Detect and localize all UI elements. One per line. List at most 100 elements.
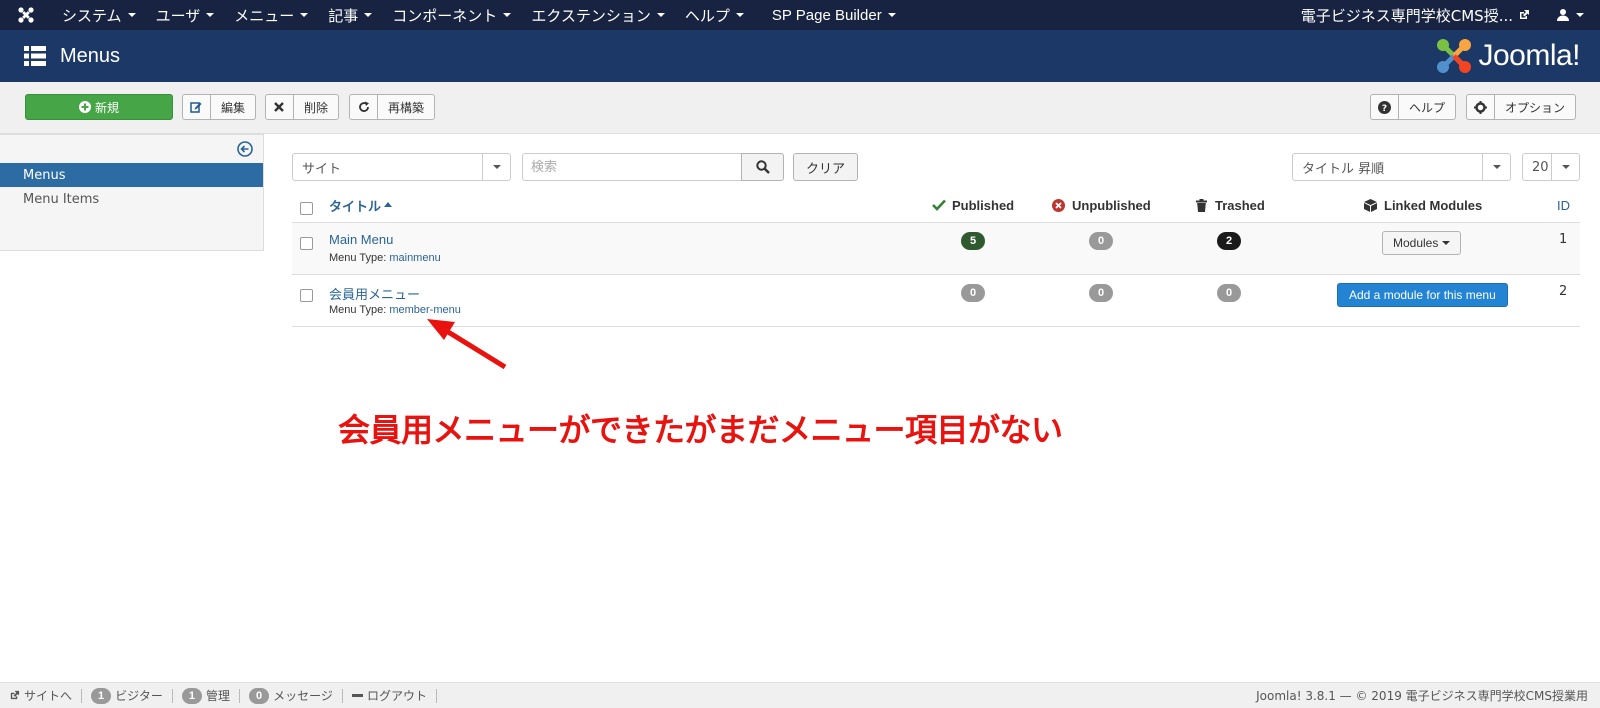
messages-status[interactable]: 0 メッセージ bbox=[240, 687, 343, 704]
trash-icon bbox=[1196, 198, 1207, 212]
row-id: 1 bbox=[1559, 232, 1568, 247]
cube-icon bbox=[1364, 198, 1377, 212]
caret-up-icon bbox=[384, 202, 393, 207]
question-icon: ? bbox=[1371, 95, 1399, 119]
caret-down-icon bbox=[656, 13, 665, 17]
logout-link[interactable]: ログアウト bbox=[343, 688, 437, 703]
row-checkbox[interactable] bbox=[300, 237, 313, 250]
page-title: Menus bbox=[60, 44, 121, 67]
select-all-checkbox[interactable] bbox=[300, 202, 313, 215]
search-input[interactable] bbox=[522, 153, 742, 181]
search-button[interactable] bbox=[741, 153, 784, 181]
caret-down-icon bbox=[364, 13, 373, 17]
linked-modules-column-header: Linked Modules bbox=[1364, 188, 1482, 222]
delete-button[interactable]: 削除 bbox=[265, 94, 339, 120]
sort-select[interactable]: タイトル 昇順 bbox=[1292, 153, 1511, 181]
gear-icon bbox=[1467, 95, 1495, 119]
unpublished-count-badge[interactable]: 0 bbox=[1089, 284, 1113, 302]
admins-status[interactable]: 1 管理 bbox=[173, 687, 241, 704]
published-column-header[interactable]: Published bbox=[932, 188, 1014, 222]
visitors-count-badge: 1 bbox=[91, 687, 112, 704]
collapse-sidebar-icon[interactable] bbox=[237, 141, 253, 161]
chevron-down-icon bbox=[482, 154, 510, 180]
caret-down-icon bbox=[735, 13, 744, 17]
published-count-badge[interactable]: 0 bbox=[961, 284, 985, 302]
joomla-brand-logo: Joomla! bbox=[1434, 36, 1580, 76]
row-checkbox[interactable] bbox=[300, 289, 313, 302]
title-column-header[interactable]: タイトル bbox=[329, 188, 393, 222]
close-icon bbox=[266, 95, 294, 119]
chevron-down-icon bbox=[1482, 154, 1510, 180]
minus-icon bbox=[351, 694, 363, 697]
menu-sp-page-builder[interactable]: SP Page Builder bbox=[762, 0, 906, 30]
check-icon bbox=[932, 199, 946, 211]
unpublished-count-badge[interactable]: 0 bbox=[1089, 232, 1113, 250]
id-column-header[interactable]: ID bbox=[1557, 188, 1570, 222]
plus-circle-icon bbox=[78, 101, 91, 113]
main-menu: システム ユーザ メニュー 記事 コンポーネント エクステンション ヘルプ SP… bbox=[52, 0, 906, 30]
caret-down-icon bbox=[1442, 241, 1451, 245]
external-link-icon bbox=[1520, 10, 1529, 19]
modules-dropdown-button[interactable]: Modules bbox=[1382, 231, 1462, 255]
table-row: Main Menu Menu Type: mainmenu 5 0 2 Modu… bbox=[292, 222, 1580, 274]
copyright-text: Joomla! 3.8.1 — © 2019 電子ビジネス専門学校CMS授業用 bbox=[1256, 689, 1588, 703]
menu-components[interactable]: コンポーネント bbox=[382, 0, 521, 30]
sidebar-item-menus[interactable]: Menus bbox=[0, 163, 263, 187]
page-header: Menus Joomla! bbox=[0, 30, 1600, 82]
visitors-status[interactable]: 1 ビジター bbox=[82, 687, 173, 704]
external-link-icon bbox=[10, 690, 20, 700]
help-button[interactable]: ? ヘルプ bbox=[1370, 94, 1456, 120]
remove-circle-icon bbox=[1052, 198, 1065, 212]
clear-button[interactable]: クリア bbox=[793, 153, 858, 181]
row-id: 2 bbox=[1559, 284, 1568, 299]
menu-menus[interactable]: メニュー bbox=[224, 0, 318, 30]
caret-down-icon bbox=[887, 13, 896, 17]
unpublished-column-header[interactable]: Unpublished bbox=[1052, 188, 1151, 222]
user-menu-icon[interactable] bbox=[1540, 8, 1600, 22]
menu-title-link[interactable]: Main Menu bbox=[329, 232, 393, 247]
menu-type: Menu Type: mainmenu bbox=[329, 252, 441, 264]
status-footer: サイトへ 1 ビジター 1 管理 0 メッセージ ログアウト Joomla! 3… bbox=[0, 682, 1600, 708]
menu-help[interactable]: ヘルプ bbox=[675, 0, 754, 30]
view-site-link[interactable]: サイトへ bbox=[0, 688, 83, 703]
svg-text:?: ? bbox=[1382, 104, 1387, 114]
topnav-right: 電子ビジネス専門学校CMS授... bbox=[1291, 0, 1600, 30]
admin-menubar: システム ユーザ メニュー 記事 コンポーネント エクステンション ヘルプ SP… bbox=[0, 0, 1600, 30]
messages-count-badge: 0 bbox=[249, 687, 270, 704]
options-button[interactable]: オプション bbox=[1466, 94, 1576, 120]
menu-system[interactable]: システム bbox=[52, 0, 146, 30]
client-select[interactable]: サイト bbox=[292, 153, 511, 181]
annotation-text: 会員用メニューができたがまだメニュー項目がない bbox=[338, 411, 1063, 449]
sidebar-item-menu-items[interactable]: Menu Items bbox=[0, 187, 263, 211]
menu-users[interactable]: ユーザ bbox=[146, 0, 225, 30]
admins-count-badge: 1 bbox=[181, 687, 203, 704]
caret-down-icon bbox=[1576, 13, 1584, 17]
menu-title-link[interactable]: 会員用メニュー bbox=[329, 284, 420, 303]
published-count-badge[interactable]: 5 bbox=[961, 232, 985, 250]
menu-content[interactable]: 記事 bbox=[318, 0, 382, 30]
view-site-link[interactable]: 電子ビジネス専門学校CMS授... bbox=[1291, 5, 1540, 26]
limit-select[interactable]: 20 bbox=[1522, 153, 1580, 181]
table-row: 会員用メニュー Menu Type: member-menu 0 0 0 Add… bbox=[292, 274, 1580, 327]
edit-button[interactable]: 編集 bbox=[182, 94, 256, 120]
refresh-icon bbox=[350, 95, 378, 119]
new-button[interactable]: 新規 bbox=[25, 94, 173, 120]
edit-icon bbox=[183, 95, 211, 119]
chevron-down-icon bbox=[1551, 154, 1579, 180]
rebuild-button[interactable]: 再構築 bbox=[349, 94, 435, 120]
joomla-logo-icon[interactable] bbox=[0, 0, 52, 30]
joomla-logo-icon bbox=[1437, 39, 1472, 73]
caret-down-icon bbox=[300, 13, 309, 17]
trashed-count-badge[interactable]: 0 bbox=[1217, 284, 1241, 302]
add-module-button[interactable]: Add a module for this menu bbox=[1337, 283, 1508, 307]
menu-extensions[interactable]: エクステンション bbox=[521, 0, 675, 30]
list-icon bbox=[24, 46, 46, 66]
trashed-count-badge[interactable]: 2 bbox=[1217, 232, 1241, 250]
caret-down-icon bbox=[127, 13, 136, 17]
trashed-column-header[interactable]: Trashed bbox=[1196, 188, 1265, 222]
menu-type: Menu Type: member-menu bbox=[329, 304, 461, 316]
search-icon bbox=[755, 160, 770, 174]
sidebar: Menus Menu Items bbox=[0, 134, 264, 251]
caret-down-icon bbox=[206, 13, 215, 17]
caret-down-icon bbox=[503, 13, 512, 17]
